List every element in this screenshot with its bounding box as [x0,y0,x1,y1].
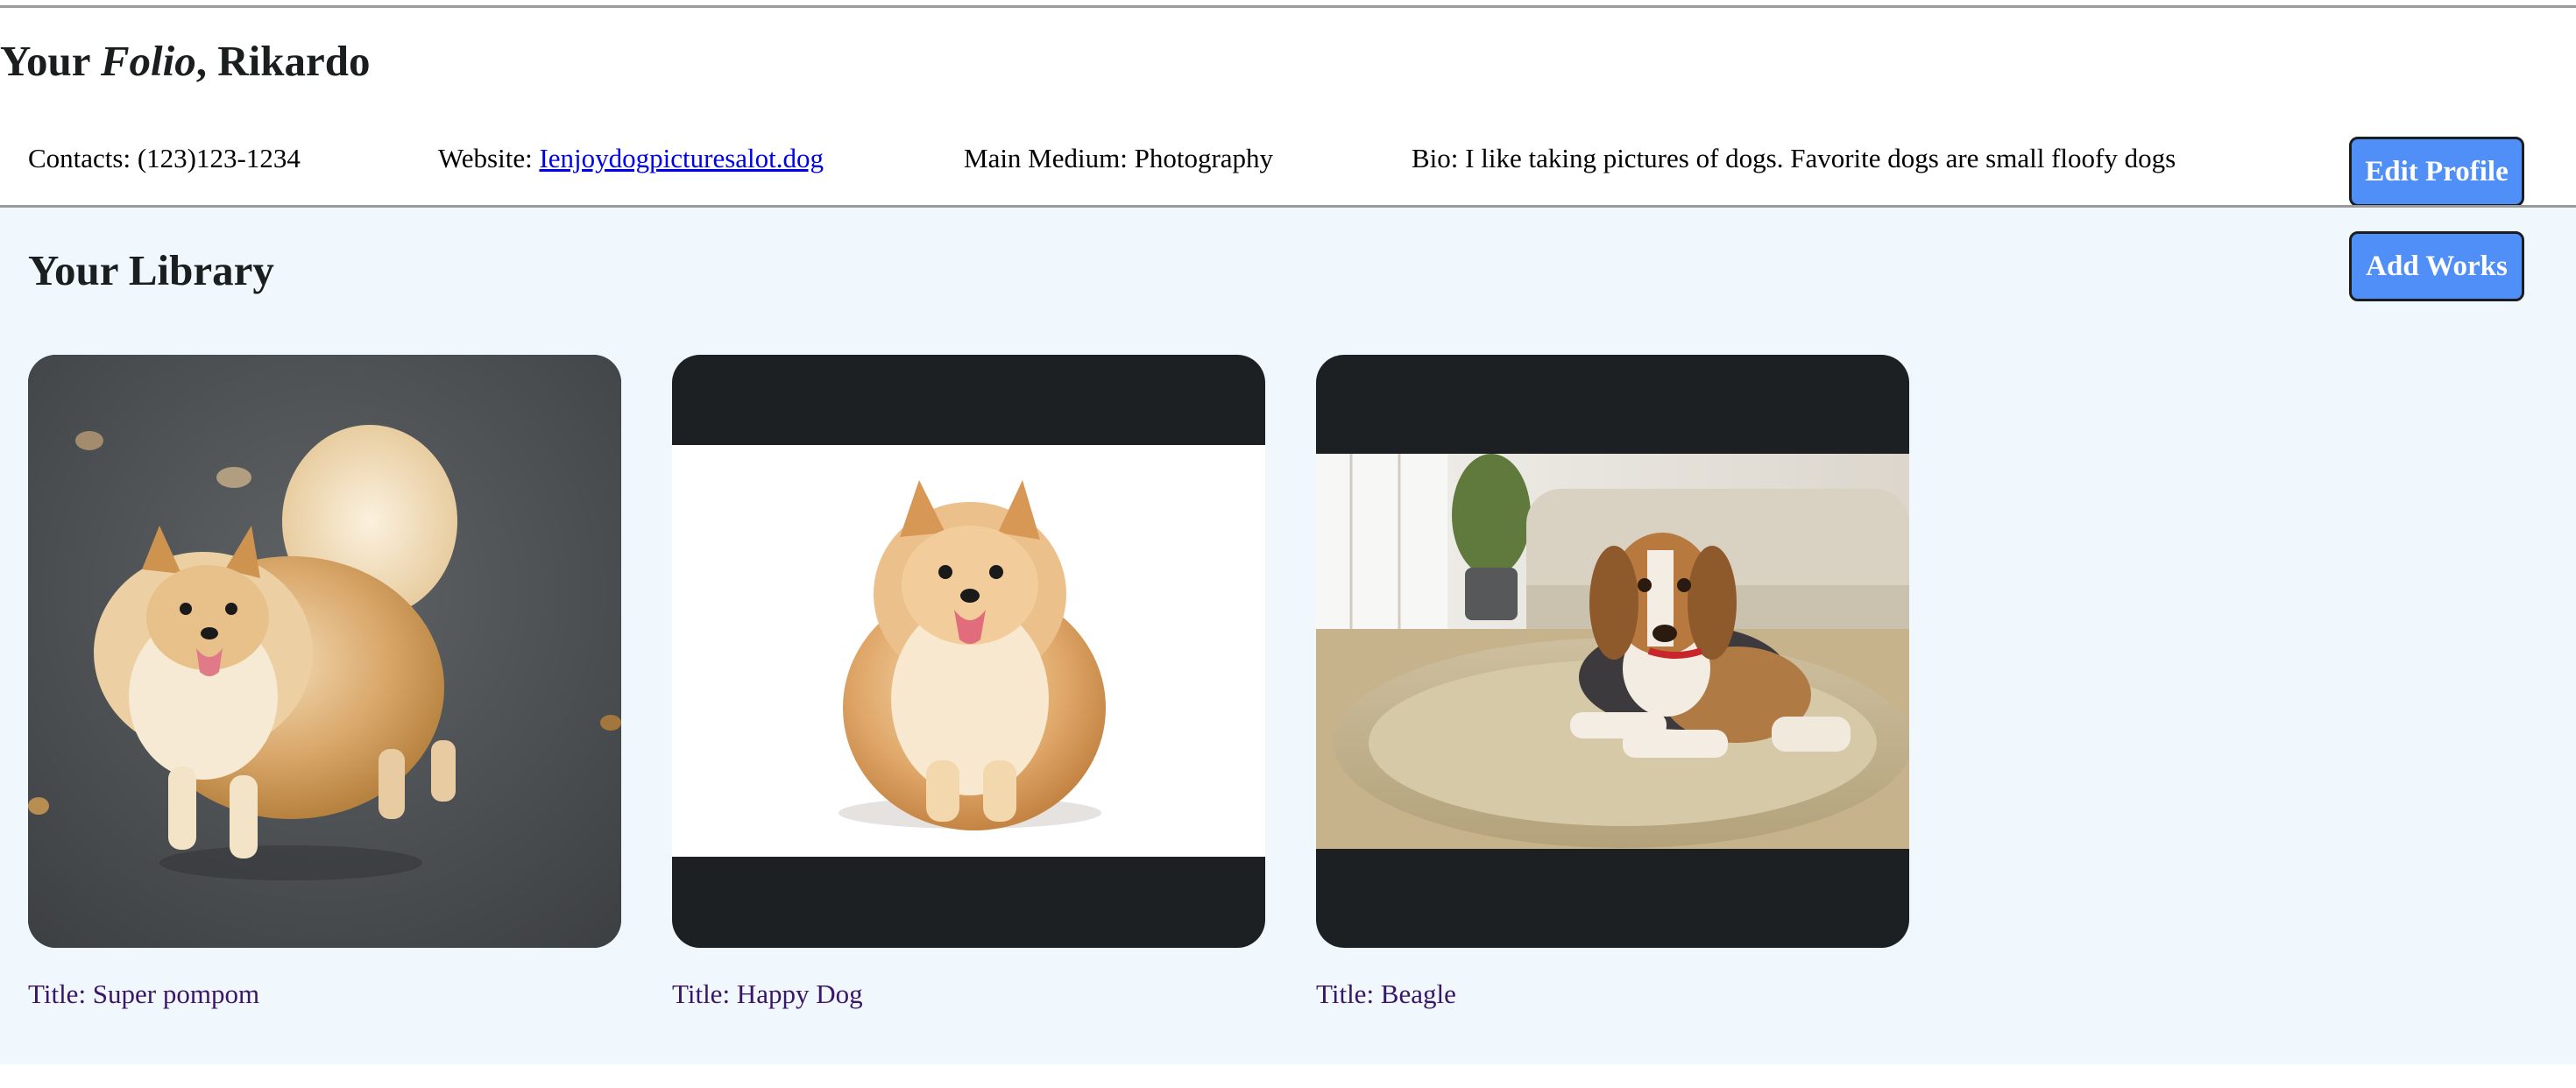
pomeranian-photo [28,355,621,948]
page-title-brand: Folio [100,37,196,85]
website-field: Website: Ienjoydogpicturesalot.dog [438,137,824,180]
add-works-button[interactable]: Add Works [2349,231,2524,301]
page-title-prefix: Your [0,37,101,85]
library-title: Your Library [28,246,274,294]
top-divider [0,5,2576,8]
work-title[interactable]: Title: Happy Dog [672,975,863,1014]
library-section: Your Library Add Works Title: Super pomp… [0,208,2576,1064]
website-label: Website: [438,143,540,173]
contacts-field: Contacts: (123)123-1234 [28,143,301,173]
work-image-frame[interactable] [1316,355,1909,948]
bio-field: Bio: I like taking pictures of dogs. Fav… [1412,143,2176,173]
work-card[interactable]: Title: Super pompom [28,355,621,1009]
pomeranian-photo [672,445,1265,857]
beagle-photo [1316,454,1909,849]
profile-info-row: Contacts: (123)123-1234 Website: Ienjoyd… [0,137,2576,180]
website-link[interactable]: Ienjoydogpicturesalot.dog [539,143,824,173]
edit-profile-button[interactable]: Edit Profile [2349,137,2524,207]
work-image-frame[interactable] [28,355,621,948]
page-title-suffix: , Rikardo [195,37,371,85]
work-card[interactable]: Title: Beagle [1316,355,1909,1009]
main-medium-field: Main Medium: Photography [964,143,1274,173]
page-title: Your Folio, Rikardo [0,33,371,89]
work-title[interactable]: Title: Beagle [1316,975,1456,1014]
work-card[interactable]: Title: Happy Dog [672,355,1265,1009]
work-image-frame[interactable] [672,355,1265,948]
work-title[interactable]: Title: Super pompom [28,975,259,1014]
